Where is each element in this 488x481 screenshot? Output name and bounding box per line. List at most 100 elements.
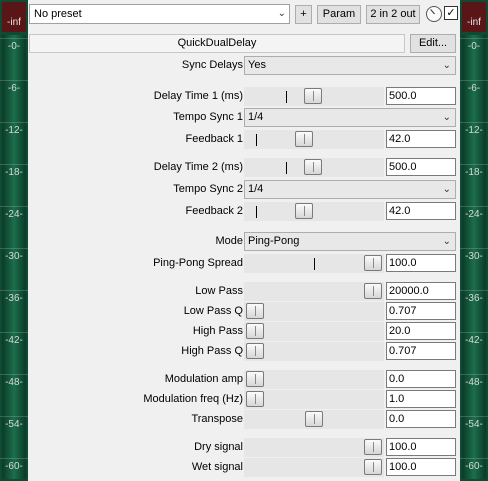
high-pass-slider[interactable] [244,322,384,341]
tempo-sync-2-label: Tempo Sync 2 [173,183,243,195]
right-peak-label: -inf [467,17,481,28]
chevron-down-icon: ⌄ [442,184,451,195]
checkmark-icon: ✓ [446,7,456,19]
delay-time-2-slider[interactable] [244,158,384,177]
tempo-sync-2-dropdown[interactable]: 1/4 ⌄ [244,180,456,199]
tempo-sync-1-label: Tempo Sync 1 [173,111,243,123]
meter-tick: -18- [460,164,488,178]
left-peak-indicator[interactable]: -inf [2,2,26,32]
tempo-sync-1-dropdown[interactable]: 1/4 ⌄ [244,108,456,127]
wet-signal-field[interactable]: 100.0 [386,458,456,476]
meter-tick: -0- [460,38,488,52]
feedback-2-slider[interactable] [244,202,384,221]
high-pass-q-slider[interactable] [244,342,384,361]
slider-center-mark [286,91,287,103]
meter-tick: -30- [0,248,28,262]
mod-freq-slider[interactable] [244,390,384,409]
feedback-2-field[interactable]: 42.0 [386,202,456,220]
slider-thumb[interactable] [295,131,313,147]
preset-dropdown[interactable]: No preset ⌄ [29,4,290,24]
delay-time-1-slider[interactable] [244,87,384,106]
slider-thumb[interactable] [246,371,264,387]
transpose-field[interactable]: 0.0 [386,410,456,428]
meter-tick: -24- [460,206,488,220]
mode-label: Mode [215,235,243,247]
meter-tick: -6- [460,80,488,94]
add-preset-button[interactable]: + [295,5,312,24]
slider-thumb[interactable] [364,459,382,475]
slider-center-mark [314,258,315,270]
sync-delays-label: Sync Delays [181,59,243,71]
wet-signal-label: Wet signal [191,461,243,473]
wet-signal-slider[interactable] [244,458,384,477]
param-button[interactable]: Param [317,5,361,24]
delay-time-2-field[interactable]: 500.0 [386,158,456,176]
chevron-down-icon: ⌄ [442,112,451,123]
slider-thumb[interactable] [305,411,323,427]
meter-tick: -24- [0,206,28,220]
io-routing-button[interactable]: 2 in 2 out [366,5,420,24]
pingpong-spread-field[interactable]: 100.0 [386,254,456,272]
low-pass-q-slider[interactable] [244,302,384,321]
feedback-1-label: Feedback 1 [185,133,243,145]
dry-signal-slider[interactable] [244,438,384,457]
left-peak-label: -inf [7,17,21,28]
meter-tick: -12- [0,122,28,136]
delay-time-2-label: Delay Time 2 (ms) [153,161,243,173]
slider-thumb[interactable] [246,343,264,359]
dry-signal-field[interactable]: 100.0 [386,438,456,456]
delay-time-1-field[interactable]: 500.0 [386,87,456,105]
slider-thumb[interactable] [246,391,264,407]
meter-tick: -30- [460,248,488,262]
mod-amp-field[interactable]: 0.0 [386,370,456,388]
mode-dropdown[interactable]: Ping-Pong ⌄ [244,232,456,251]
plugin-name-label: QuickDualDelay [29,34,405,53]
high-pass-q-field[interactable]: 0.707 [386,342,456,360]
sync-delays-dropdown[interactable]: Yes ⌄ [244,56,456,75]
low-pass-q-field[interactable]: 0.707 [386,302,456,320]
tempo-sync-1-value: 1/4 [248,111,264,123]
slider-thumb[interactable] [295,203,313,219]
slider-thumb[interactable] [246,303,264,319]
transpose-label: Transpose [191,413,243,425]
slider-thumb[interactable] [304,88,322,104]
meter-tick: -60- [460,458,488,472]
mod-freq-field[interactable]: 1.0 [386,390,456,408]
low-pass-label: Low Pass [195,285,243,297]
plugin-toolbar: No preset ⌄ + Param 2 in 2 out ✓ [29,4,460,26]
meter-tick: -48- [460,374,488,388]
meter-tick: -36- [0,290,28,304]
feedback-2-label: Feedback 2 [185,205,243,217]
mod-amp-slider[interactable] [244,370,384,389]
slider-thumb[interactable] [364,439,382,455]
pingpong-spread-slider[interactable] [244,254,384,273]
meter-tick: -54- [0,416,28,430]
mod-freq-label: Modulation freq (Hz) [143,393,243,405]
chevron-down-icon: ⌄ [277,8,286,19]
bypass-checkbox[interactable]: ✓ [444,6,458,20]
meter-tick: -42- [460,332,488,346]
slider-thumb[interactable] [246,323,264,339]
chevron-down-icon: ⌄ [442,60,451,71]
slider-thumb[interactable] [304,159,322,175]
edit-button[interactable]: Edit... [410,34,456,53]
high-pass-label: High Pass [192,325,243,337]
low-pass-field[interactable]: 20000.0 [386,282,456,300]
slider-thumb[interactable] [364,255,382,271]
mod-amp-label: Modulation amp [164,373,243,385]
slider-center-mark [256,206,257,218]
feedback-1-field[interactable]: 42.0 [386,130,456,148]
meter-tick: -0- [0,38,28,52]
low-pass-slider[interactable] [244,282,384,301]
wet-knob-icon[interactable] [426,6,442,22]
dry-signal-label: Dry signal [194,441,243,453]
tempo-sync-2-value: 1/4 [248,183,264,195]
meter-tick: -18- [0,164,28,178]
high-pass-field[interactable]: 20.0 [386,322,456,340]
chevron-down-icon: ⌄ [442,236,451,247]
transpose-slider[interactable] [244,410,384,429]
right-peak-indicator[interactable]: -inf [462,2,486,32]
meter-tick: -42- [0,332,28,346]
feedback-1-slider[interactable] [244,130,384,149]
slider-thumb[interactable] [364,283,382,299]
